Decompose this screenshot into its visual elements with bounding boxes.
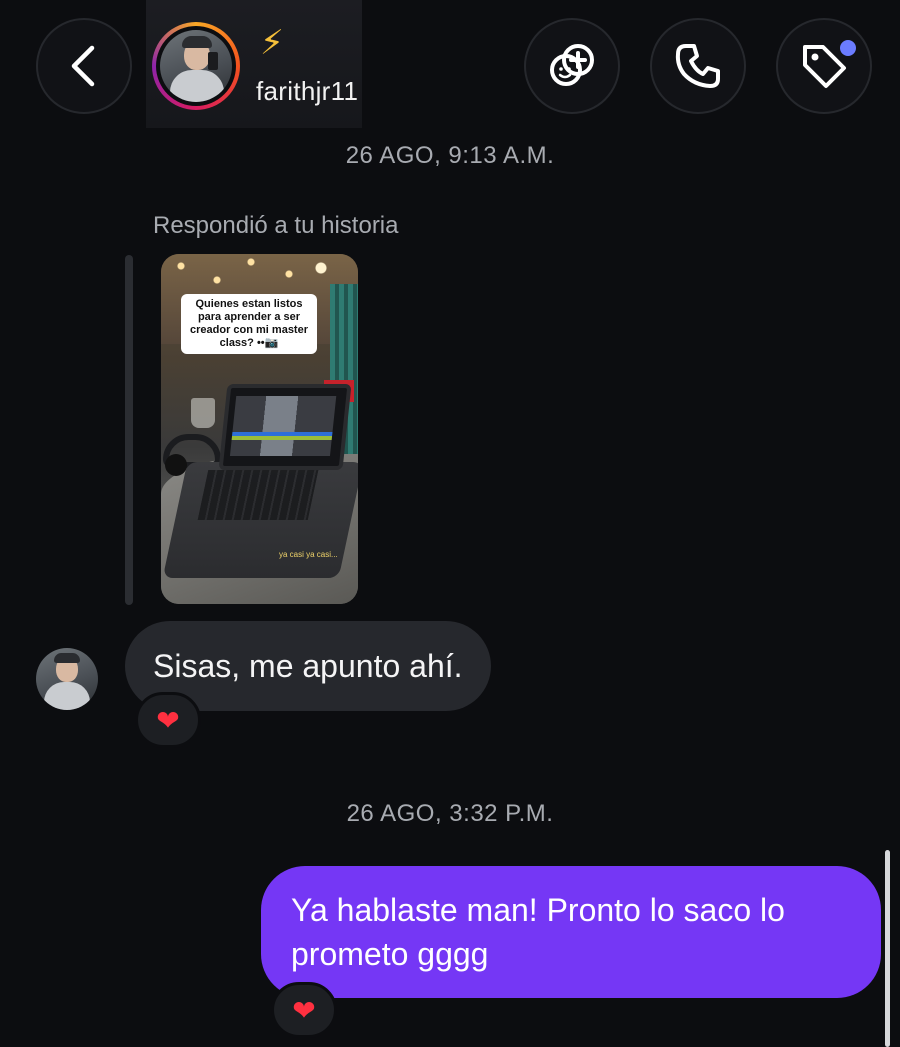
profile-header[interactable]: ⚡ farithjr11 — [146, 0, 362, 128]
heart-icon: ❤ — [156, 704, 180, 736]
heart-reaction[interactable]: ❤ — [271, 982, 337, 1038]
tag-button[interactable] — [776, 18, 872, 114]
heart-reaction[interactable]: ❤ — [135, 692, 201, 748]
outgoing-message-bubble[interactable]: Ya hablaste man! Pronto lo saco lo prome… — [261, 866, 881, 998]
sticker-add-icon — [550, 44, 594, 86]
story-footer-text: ya casi ya casi... — [279, 550, 338, 559]
call-button[interactable] — [650, 18, 746, 114]
outgoing-message-text: Ya hablaste man! Pronto lo saco lo prome… — [291, 892, 785, 972]
laptop-image — [218, 384, 352, 470]
chat-header: ⚡ farithjr11 — [0, 0, 900, 128]
story-caption: Quienes estan listos para aprender a ser… — [181, 294, 317, 354]
back-button[interactable] — [36, 18, 132, 114]
story-reply-label: Respondió a tu historia — [153, 212, 399, 239]
reply-indicator-bar — [125, 255, 133, 605]
phone-icon — [675, 44, 720, 88]
lightning-bolt-icon: ⚡ — [260, 24, 284, 62]
heart-icon: ❤ — [292, 994, 316, 1026]
incoming-message-text: Sisas, me apunto ahí. — [153, 647, 463, 684]
username[interactable]: farithjr11 — [256, 76, 358, 107]
chevron-left-icon — [71, 45, 95, 87]
story-ring-avatar[interactable] — [152, 22, 240, 110]
sender-avatar[interactable] — [36, 648, 98, 710]
scrollbar[interactable] — [885, 850, 890, 1047]
timestamp: 26 AGO, 9:13 A.M. — [345, 142, 555, 169]
avatar — [160, 30, 232, 102]
story-thumbnail[interactable]: 30 Quienes estan listos para aprender a … — [161, 254, 358, 604]
timestamp: 26 AGO, 3:32 P.M. — [346, 800, 554, 827]
effects-button[interactable] — [524, 18, 620, 114]
notification-dot — [840, 40, 856, 56]
